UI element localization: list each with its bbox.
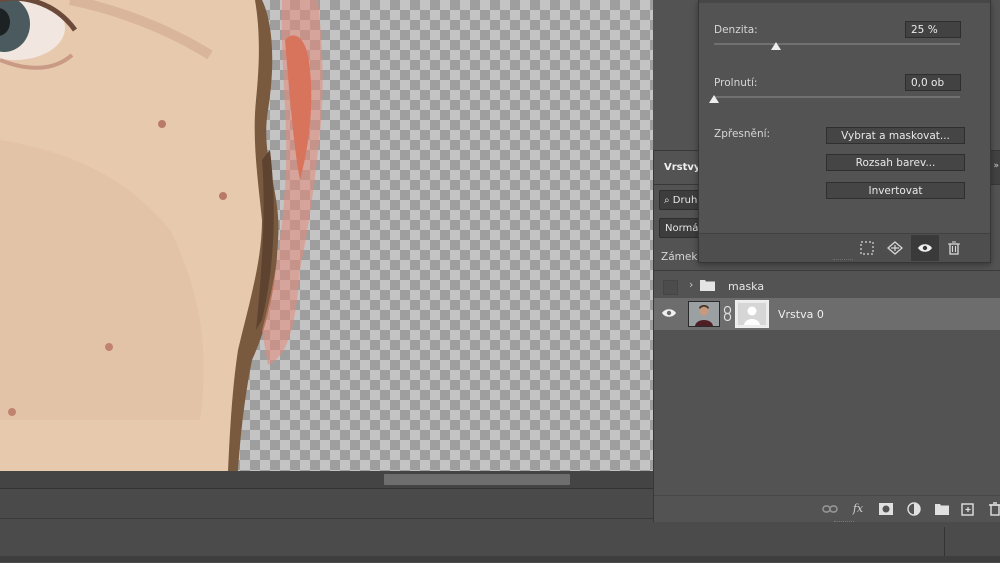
portrait-thumbnail-image — [689, 302, 719, 326]
feather-slider-handle[interactable] — [709, 95, 719, 103]
status-bar — [0, 488, 653, 519]
horizontal-scrollbar[interactable] — [0, 471, 653, 488]
trash-icon[interactable] — [987, 502, 1000, 516]
feather-slider-track[interactable] — [714, 96, 960, 98]
density-slider-track[interactable] — [714, 43, 960, 45]
mask-visibility-button[interactable] — [911, 235, 939, 261]
properties-footer — [699, 233, 990, 262]
folder-icon — [700, 280, 715, 291]
link-icon[interactable] — [723, 306, 732, 321]
scrollbar-thumb[interactable] — [384, 474, 570, 485]
layer-row-vrstva-0[interactable]: Vrstva 0 — [654, 298, 1000, 330]
feather-label: Prolnutí: — [714, 77, 758, 89]
new-group-icon[interactable] — [934, 502, 950, 516]
apply-mask-icon[interactable] — [887, 241, 903, 255]
panel-resize-grip[interactable] — [834, 521, 854, 524]
layers-divider — [654, 270, 1000, 271]
document-canvas[interactable] — [0, 0, 653, 471]
layers-footer: fx — [654, 495, 1000, 522]
lock-label: Zámek: — [661, 251, 701, 263]
layer-row-group[interactable]: › maska — [654, 273, 1000, 299]
color-range-button[interactable]: Rozsah barev... — [826, 154, 965, 171]
canvas-image — [0, 0, 323, 471]
bottom-strip — [0, 556, 1000, 562]
group-layer-name[interactable]: maska — [728, 280, 764, 293]
load-selection-icon[interactable] — [859, 241, 875, 255]
layer-mask-thumbnail[interactable] — [735, 300, 769, 328]
timeline-divider — [944, 527, 945, 557]
eye-icon — [918, 244, 932, 252]
fx-icon[interactable]: fx — [850, 502, 866, 516]
density-input[interactable]: 25 % — [905, 21, 961, 38]
density-label: Denzita: — [714, 24, 758, 36]
layer-thumbnail[interactable] — [688, 301, 720, 327]
density-slider-handle[interactable] — [770, 42, 781, 50]
new-layer-icon[interactable] — [960, 502, 976, 516]
properties-resize-grip[interactable] — [833, 259, 853, 262]
feather-input[interactable]: 0,0 ob — [905, 74, 961, 91]
mask-silhouette-image — [736, 301, 768, 327]
eye-icon[interactable] — [662, 308, 676, 318]
refine-label: Zpřesnění: — [714, 128, 771, 140]
filter-label: Druh — [672, 195, 698, 206]
visibility-toggle-empty[interactable] — [663, 280, 678, 295]
search-icon: ⌕ — [664, 195, 670, 206]
adjustment-layer-icon[interactable] — [906, 502, 922, 516]
layer-name[interactable]: Vrstva 0 — [778, 308, 824, 321]
select-and-mask-button[interactable]: Vybrat a maskovat... — [826, 127, 965, 144]
properties-panel: Denzita: 25 % Prolnutí: 0,0 ob Zpřesnění… — [698, 0, 991, 263]
chevron-right-icon[interactable]: › — [689, 278, 693, 291]
properties-top-edge — [699, 0, 990, 3]
link-layers-icon[interactable] — [822, 502, 838, 516]
invert-button[interactable]: Invertovat — [826, 182, 965, 199]
delete-mask-icon[interactable] — [946, 241, 962, 255]
add-mask-icon[interactable] — [878, 502, 894, 516]
collapse-panel-icon[interactable]: » — [993, 161, 999, 171]
